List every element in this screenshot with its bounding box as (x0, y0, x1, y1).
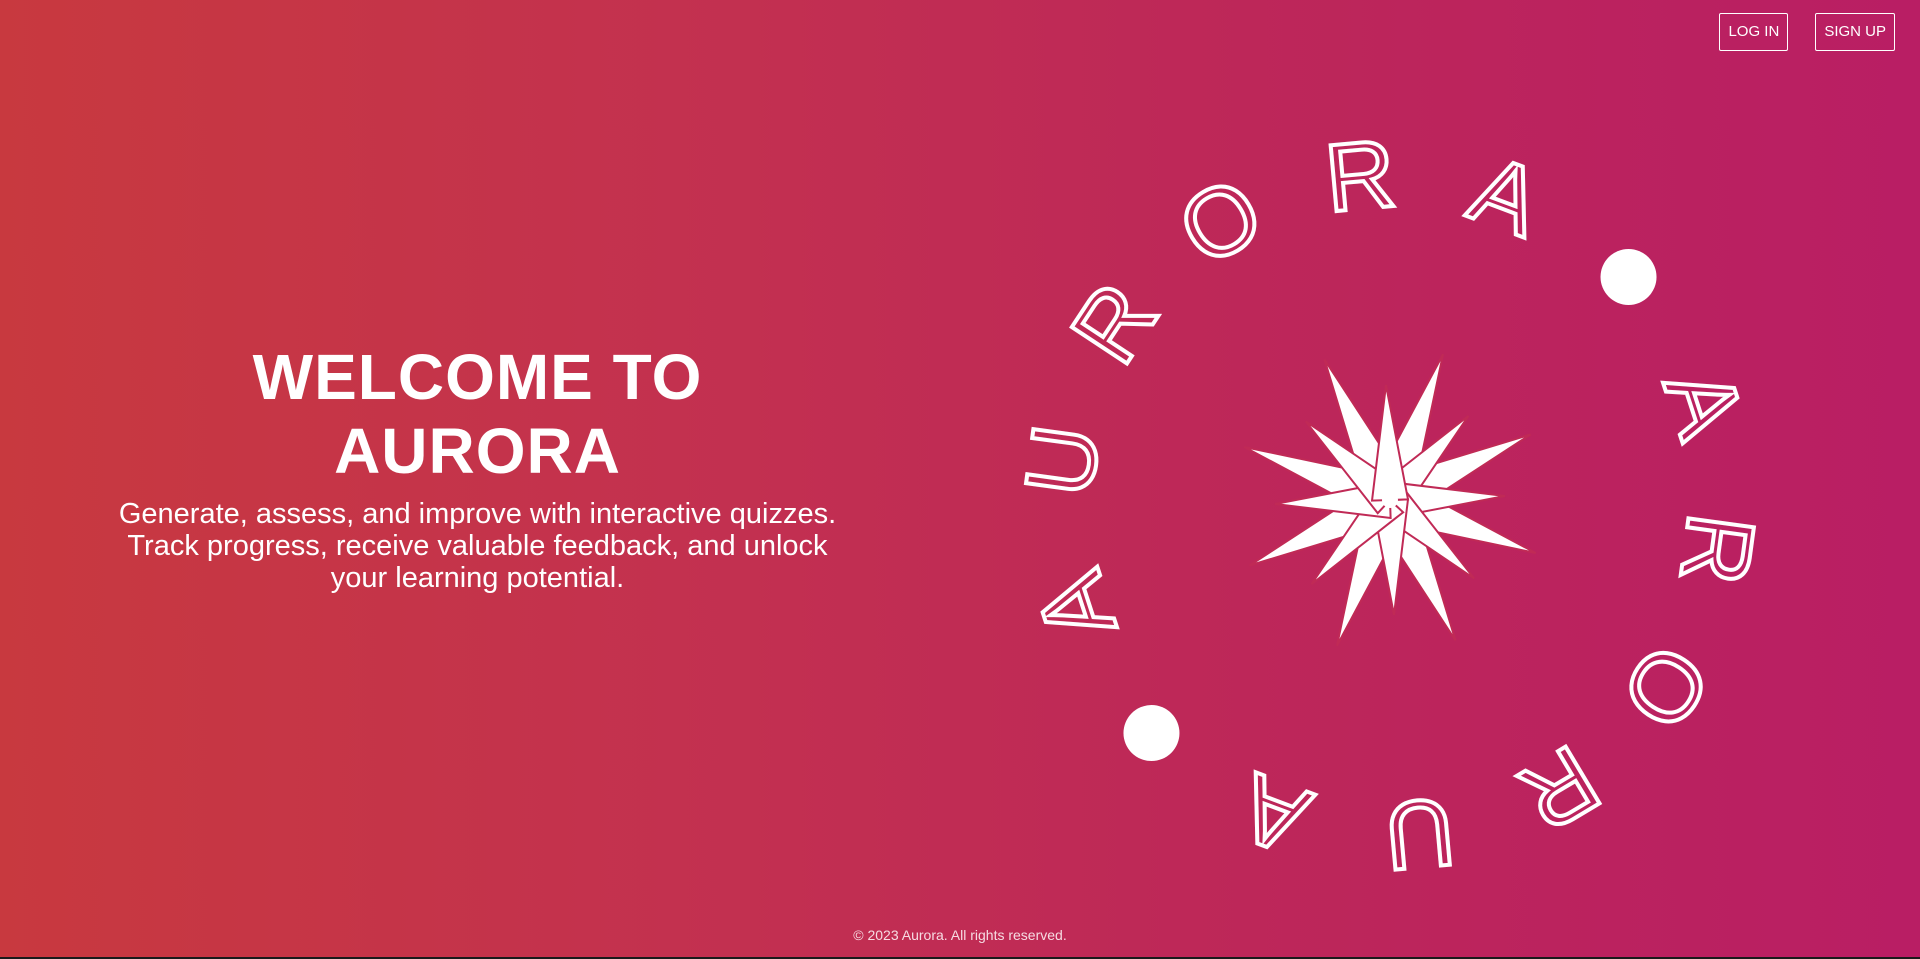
login-button[interactable]: LOG IN (1719, 13, 1789, 51)
ring-dot (1123, 705, 1180, 762)
ring-letter: O (1161, 157, 1280, 287)
hero-title-line-2: AURORA (334, 415, 621, 487)
ring-dot (1600, 248, 1657, 305)
footer-copyright: © 2023 Aurora. All rights reserved. (853, 927, 1067, 943)
aurora-emblem: AURORAARORUA (1003, 118, 1776, 892)
hero-description: Generate, assess, and improve with inter… (118, 498, 837, 594)
aurora-star-icon (1243, 353, 1537, 647)
star-core (1382, 492, 1398, 508)
ring-letter: O (1600, 626, 1730, 747)
hero-title-line-1: WELCOME TO (252, 341, 703, 413)
ring-letter: A (1643, 356, 1765, 450)
ring-letter: R (1321, 120, 1400, 233)
ring-letter: A (1225, 753, 1323, 876)
ring-letter: U (1380, 777, 1459, 890)
ring-letter: R (1659, 508, 1774, 591)
ring-letter: U (1005, 419, 1120, 502)
ring-letter: A (1457, 135, 1555, 258)
ring-letter: R (1502, 725, 1616, 852)
hero-title: WELCOME TO AURORA (110, 340, 845, 488)
ring-letter: R (1051, 265, 1178, 382)
signup-button[interactable]: SIGN UP (1815, 13, 1895, 51)
ring-letter: A (1015, 560, 1137, 654)
aurora-logo: AURO R AARORUA (1003, 118, 1776, 892)
hero-section: WELCOME TO AURORA Generate, assess, and … (110, 340, 845, 594)
top-navigation: LOG IN SIGN UP (1719, 13, 1895, 51)
